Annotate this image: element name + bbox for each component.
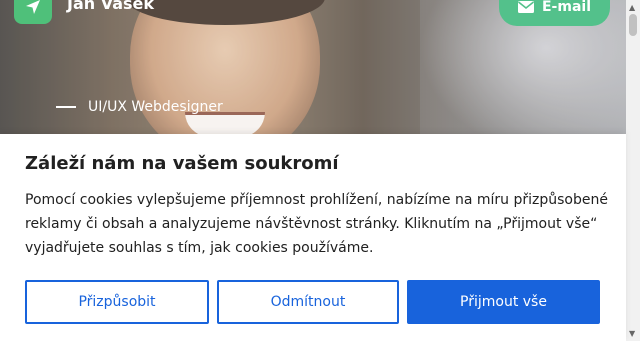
send-arrow-icon — [26, 0, 40, 14]
accept-all-button[interactable]: Přijmout vše — [407, 280, 600, 324]
site-owner-name[interactable]: Jan Vašek — [67, 0, 154, 13]
email-button-label: E-mail — [541, 0, 591, 15]
cookie-consent-banner: Záleží nám na vašem soukromí Pomocí cook… — [0, 134, 626, 341]
envelope-icon — [517, 1, 534, 13]
subtitle-text: UI/UX Webdesigner — [88, 99, 223, 115]
page-scrollbar[interactable]: ▲ ▼ — [626, 0, 640, 341]
hero-banner: Jan Vašek E-mail UI/UX Webdesigner — [0, 0, 626, 134]
cookie-consent-text: Pomocí cookies vylepšujeme příjemnost pr… — [25, 192, 608, 256]
reject-button[interactable]: Odmítnout — [217, 280, 399, 324]
cookie-consent-title: Záleží nám na vašem soukromí — [25, 153, 339, 174]
scroll-down-arrow-icon[interactable]: ▼ — [629, 329, 635, 338]
scrollbar-thumb[interactable] — [629, 14, 637, 36]
scroll-up-arrow-icon[interactable]: ▲ — [629, 3, 635, 12]
email-button[interactable]: E-mail — [499, 0, 610, 26]
subtitle-dash — [56, 106, 76, 108]
customize-button[interactable]: Přizpůsobit — [25, 280, 209, 324]
hero-subtitle: UI/UX Webdesigner — [56, 99, 223, 115]
site-logo[interactable] — [14, 0, 52, 24]
